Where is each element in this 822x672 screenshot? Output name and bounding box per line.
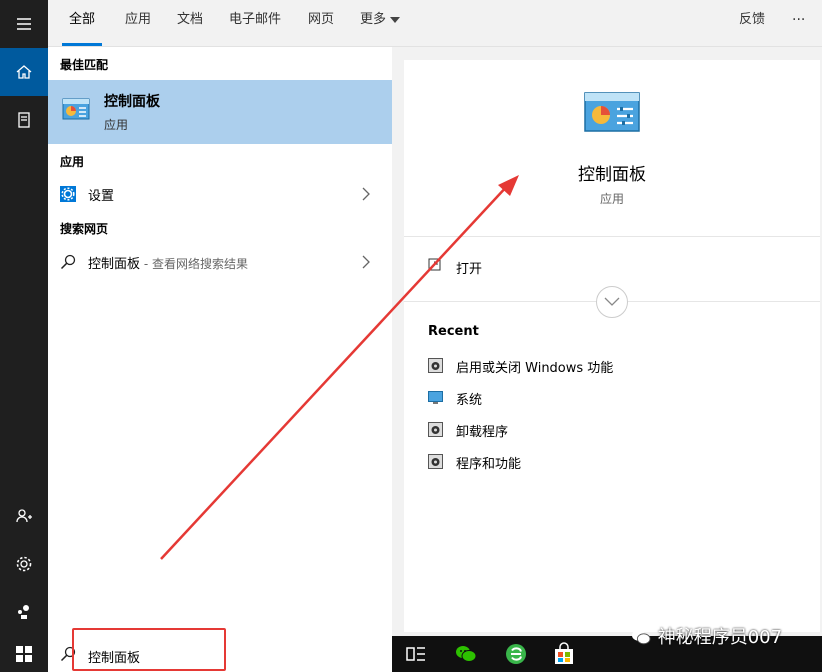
tab-all[interactable]: 全部 bbox=[62, 0, 102, 46]
recent-item[interactable]: 程序和功能 bbox=[428, 452, 798, 472]
apps-heading: 应用 bbox=[60, 155, 85, 169]
result-item-label: 控制面板 - 查看网络搜索结果 bbox=[88, 253, 248, 272]
recent-item-label: 启用或关闭 Windows 功能 bbox=[456, 361, 614, 376]
recent-item[interactable]: 系统 bbox=[428, 388, 798, 408]
people-icon bbox=[18, 605, 29, 619]
open-label: 打开 bbox=[456, 262, 483, 277]
gear-icon bbox=[16, 556, 32, 572]
wechat-icon[interactable] bbox=[454, 642, 478, 666]
best-match-title: 控制面板 bbox=[104, 94, 160, 110]
search-icon bbox=[60, 254, 76, 270]
system-monitor-icon bbox=[428, 391, 443, 404]
annotation-highlight-box bbox=[72, 628, 226, 671]
feedback-link[interactable]: 反馈 bbox=[739, 0, 765, 46]
store-icon[interactable] bbox=[552, 642, 576, 666]
preview-panel: 控制面板 应用 打开 Recent 启用或关闭 Windows 功能 系统 卸载… bbox=[404, 60, 820, 632]
results-panel: 最佳匹配 控制面板 应用 应用 设置 搜索网页 控制面板 - 查看网络搜索结果 bbox=[48, 47, 392, 636]
chevron-right-icon bbox=[362, 255, 370, 269]
best-match-heading: 最佳匹配 bbox=[60, 58, 109, 72]
browser-icon[interactable] bbox=[504, 642, 528, 666]
web-search-hint: - 查看网络搜索结果 bbox=[140, 257, 248, 271]
notebook-button[interactable] bbox=[0, 96, 48, 144]
divider bbox=[404, 236, 820, 237]
tab-web[interactable]: 网页 bbox=[308, 0, 334, 46]
result-item-label: 设置 bbox=[88, 189, 115, 204]
tab-apps[interactable]: 应用 bbox=[125, 0, 151, 46]
web-query-text: 控制面板 bbox=[88, 257, 141, 272]
programs-features-icon bbox=[428, 454, 443, 469]
left-rail bbox=[0, 0, 48, 636]
watermark: 神秘程序员007 bbox=[630, 623, 782, 649]
gear-icon bbox=[60, 186, 76, 202]
more-options-button[interactable]: ··· bbox=[792, 0, 805, 46]
open-action[interactable]: 打开 bbox=[428, 254, 798, 278]
windows-features-icon bbox=[428, 358, 443, 373]
result-item-settings[interactable]: 设置 bbox=[48, 177, 392, 211]
uninstall-program-icon bbox=[428, 422, 443, 437]
recent-heading: Recent bbox=[428, 324, 479, 339]
wechat-icon bbox=[632, 629, 651, 645]
tab-documents[interactable]: 文档 bbox=[177, 0, 203, 46]
hamburger-menu-button[interactable] bbox=[0, 0, 48, 48]
hamburger-icon bbox=[17, 18, 31, 30]
windows-logo-icon bbox=[16, 646, 32, 662]
task-view-icon[interactable] bbox=[404, 642, 428, 666]
recent-item-label: 程序和功能 bbox=[456, 457, 522, 472]
recent-item[interactable]: 启用或关闭 Windows 功能 bbox=[428, 356, 798, 376]
recent-item[interactable]: 卸载程序 bbox=[428, 420, 798, 440]
tab-email[interactable]: 电子邮件 bbox=[229, 0, 281, 46]
home-icon bbox=[16, 65, 32, 79]
control-panel-icon bbox=[584, 92, 640, 132]
settings-button[interactable] bbox=[0, 540, 48, 588]
person-add-icon bbox=[16, 509, 32, 523]
home-button[interactable] bbox=[0, 48, 48, 96]
account-button[interactable] bbox=[0, 492, 48, 540]
preview-subtitle: 应用 bbox=[599, 192, 624, 206]
tab-more-label: 更多 bbox=[360, 12, 387, 27]
open-icon bbox=[428, 258, 441, 271]
best-match-subtitle: 应用 bbox=[104, 118, 129, 132]
feedback-hub-button[interactable] bbox=[0, 588, 48, 636]
tab-more[interactable]: 更多 bbox=[360, 0, 401, 46]
notebook-icon bbox=[18, 112, 30, 128]
chevron-down-icon bbox=[390, 16, 401, 23]
chevron-down-icon bbox=[604, 297, 620, 306]
preview-title: 控制面板 bbox=[578, 165, 646, 185]
recent-item-label: 卸载程序 bbox=[456, 425, 509, 440]
start-button[interactable] bbox=[0, 636, 48, 672]
search-web-heading: 搜索网页 bbox=[60, 222, 109, 236]
recent-item-label: 系统 bbox=[456, 393, 483, 408]
control-panel-icon bbox=[62, 98, 90, 120]
expand-button[interactable] bbox=[596, 286, 628, 318]
result-item-web-search[interactable]: 控制面板 - 查看网络搜索结果 bbox=[48, 245, 392, 279]
chevron-right-icon bbox=[362, 187, 370, 201]
watermark-text: 神秘程序员007 bbox=[657, 627, 783, 648]
search-scope-tabs: 全部 应用 文档 电子邮件 网页 更多 反馈 ··· bbox=[48, 0, 822, 47]
best-match-item[interactable]: 控制面板 应用 bbox=[48, 80, 392, 144]
